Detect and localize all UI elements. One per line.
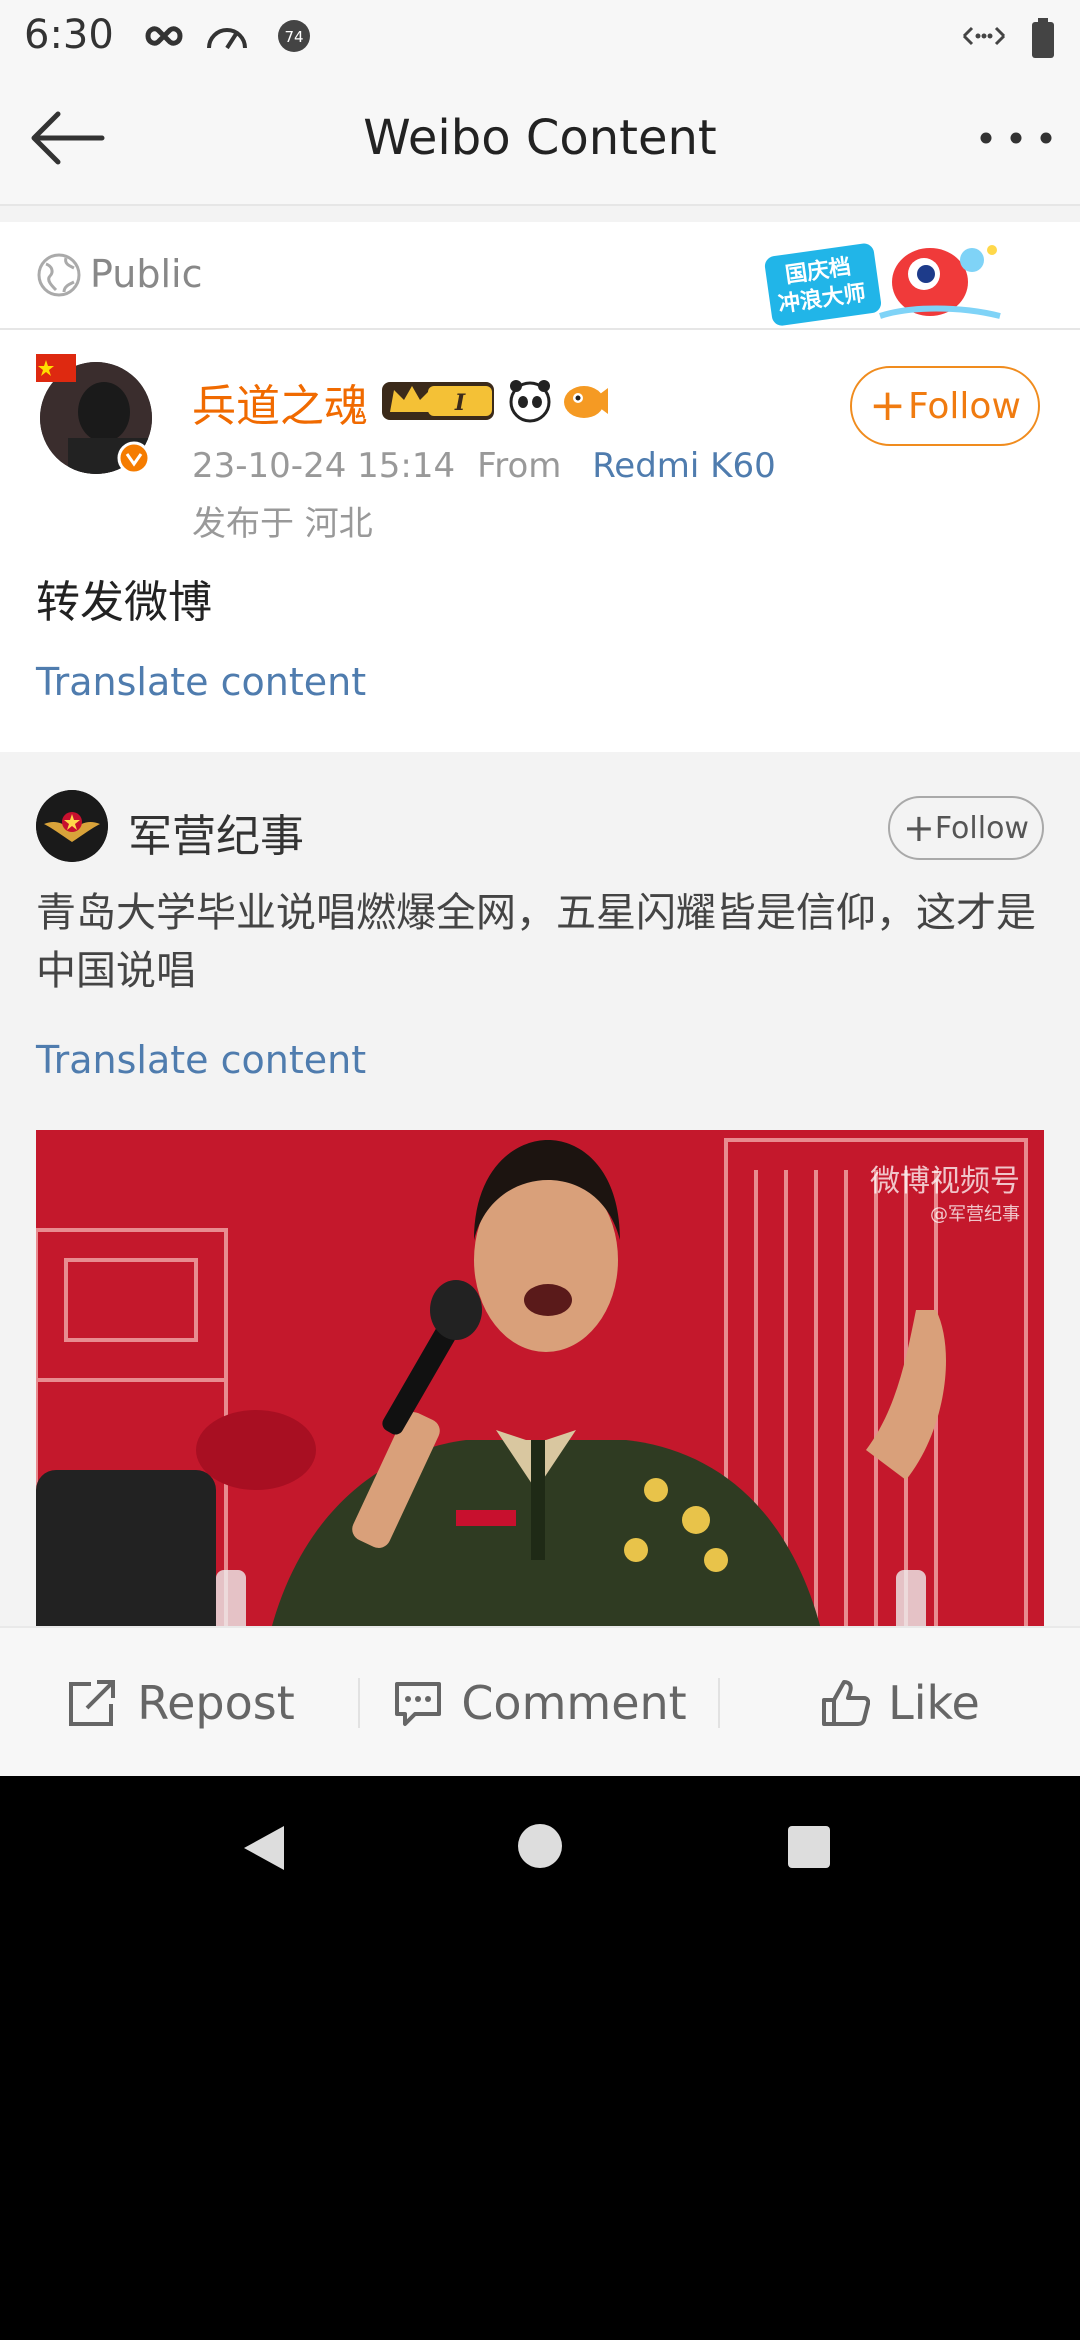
battery-icon: [1032, 18, 1054, 58]
from-label: From: [477, 446, 562, 486]
system-nav-bar: [0, 1776, 1080, 1916]
infinity-icon: [145, 26, 183, 46]
post-meta: 23-10-24 15:14 From Redmi K60: [192, 446, 776, 486]
post-action-bar: Repost Comment Like: [0, 1626, 1080, 1776]
video-thumbnail[interactable]: 微博视频号 @军营纪事: [36, 1130, 1044, 1650]
like-button[interactable]: Like: [720, 1628, 1080, 1776]
system-recents-icon[interactable]: [786, 1824, 832, 1870]
vip-crown-badge-icon: I: [382, 382, 494, 420]
repost-button[interactable]: Repost: [0, 1628, 360, 1776]
globe-icon: [37, 253, 81, 297]
follow-label: Follow: [934, 811, 1029, 846]
plus-icon: +: [869, 380, 906, 431]
comment-label: Comment: [461, 1676, 687, 1730]
comment-icon: [395, 1682, 442, 1726]
repost-label: Repost: [137, 1676, 295, 1730]
visibility-label: Public: [90, 252, 203, 296]
username[interactable]: 兵道之魂: [192, 370, 368, 434]
follow-button[interactable]: +Follow: [850, 366, 1040, 446]
retweeted-post[interactable]: 军营纪事 +Follow 青岛大学毕业说唱燃爆全网，五星闪耀皆是信仰，这才是中国…: [0, 756, 1080, 1776]
fish-badge-icon: [564, 386, 608, 418]
follow-label: Follow: [907, 386, 1021, 427]
repost-icon: [69, 1680, 116, 1726]
like-label: Like: [888, 1676, 980, 1730]
system-home-icon[interactable]: [516, 1822, 564, 1870]
more-dots-icon[interactable]: [978, 124, 1054, 152]
plus-icon: +: [903, 806, 935, 850]
retweet-author-name[interactable]: 军营纪事: [128, 800, 304, 864]
retweet-text: 青岛大学毕业说唱燃爆全网，五星闪耀皆是信仰，这才是中国说唱: [36, 890, 1036, 994]
watermark-handle: @军营纪事: [930, 1204, 1020, 1225]
retweet-author-avatar[interactable]: [36, 790, 108, 862]
retweet-follow-button[interactable]: +Follow: [888, 796, 1044, 860]
svg-text:I: I: [454, 390, 466, 416]
video-watermark: 微博视频号 @军营纪事: [870, 1156, 1020, 1226]
promo-badge-icon[interactable]: 国庆档 冲浪大师: [760, 230, 1010, 330]
post-text: 转发微博: [36, 577, 212, 628]
data-arrows-icon: [962, 26, 1006, 46]
status-bar: 6:30 74: [0, 0, 1080, 72]
post-source-link[interactable]: Redmi K60: [592, 446, 776, 486]
speedometer-icon: [207, 28, 247, 50]
app-screen: 6:30 74 Weibo Content Public 国庆档 冲浪大师 兵道…: [0, 0, 1080, 1776]
visibility-strip: Public 国庆档 冲浪大师: [0, 222, 1080, 330]
post-timestamp: 23-10-24 15:14: [192, 446, 456, 486]
status-time: 6:30: [24, 12, 114, 58]
panda-badge-icon: [509, 380, 551, 423]
translate-content-link[interactable]: Translate content: [36, 660, 366, 704]
system-back-icon[interactable]: [240, 1822, 288, 1874]
weibo-post: 兵道之魂 I +Follow 23-10-24 15:14 From Redmi…: [0, 330, 1080, 752]
watermark-text: 微博视频号: [870, 1164, 1020, 1199]
translate-content-link[interactable]: Translate content: [36, 1038, 366, 1082]
notification-74-icon: 74: [278, 20, 310, 52]
top-nav-bar: Weibo Content: [0, 72, 1080, 206]
page-title: Weibo Content: [363, 110, 717, 166]
user-badges: I: [382, 380, 608, 423]
avatar[interactable]: [34, 352, 158, 476]
post-location: 发布于 河北: [192, 504, 373, 544]
thumbs-up-icon: [822, 1680, 871, 1726]
svg-text:74: 74: [284, 28, 303, 46]
comment-button[interactable]: Comment: [360, 1628, 720, 1776]
